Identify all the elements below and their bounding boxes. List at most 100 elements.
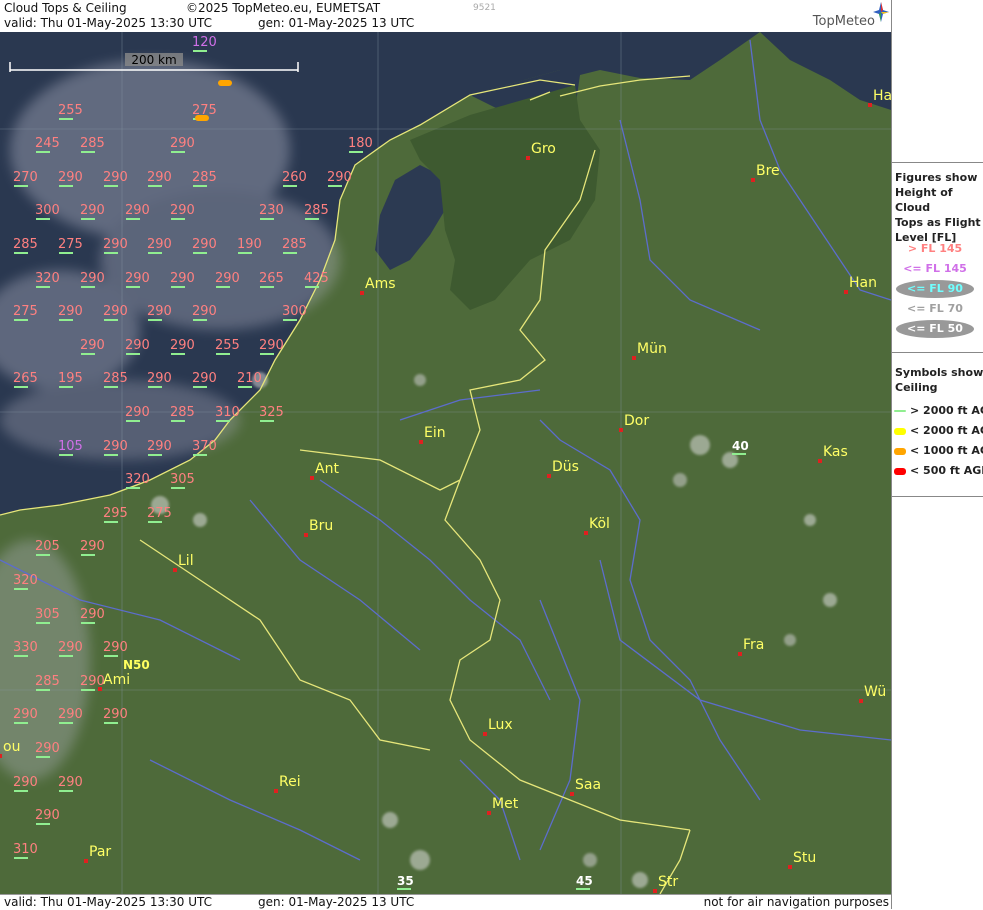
- city-label: Dor: [624, 413, 649, 429]
- city-marker: [788, 865, 792, 869]
- cloud-top-value: 290: [259, 338, 284, 353]
- cloud-top-value: 40: [732, 439, 749, 453]
- city-marker: [274, 789, 278, 793]
- city-label: Saa: [575, 777, 601, 793]
- cloud-top-value: 290: [58, 775, 83, 790]
- city-marker: [619, 428, 623, 432]
- cloud-top-value: 425: [304, 271, 329, 286]
- city-marker: [653, 889, 657, 893]
- cloud-top-value: 290: [215, 271, 240, 286]
- cloud-top-value: 305: [35, 607, 60, 622]
- scale-label: 200 km: [131, 53, 176, 67]
- cloud-top-value: 290: [327, 170, 352, 185]
- city-label: Lil: [178, 553, 194, 569]
- cloud-top-value: 285: [192, 170, 217, 185]
- city-label: Lux: [488, 717, 513, 733]
- cloud-top-value: 275: [58, 237, 83, 252]
- satellite-map[interactable]: 200 km N50 Gro Bre Ha Ams Han Mün Dor Ein Ant Düs…: [0, 32, 891, 894]
- cloud-top-value: 290: [103, 640, 128, 655]
- cloud-top-value: 290: [58, 640, 83, 655]
- legend-symbol-label: < 1000 ft AGL: [910, 444, 983, 457]
- city-marker: [818, 459, 822, 463]
- cloud-top-value: 35: [397, 874, 414, 888]
- city-marker: [868, 103, 872, 107]
- city-label: Gro: [531, 141, 556, 157]
- city-label: Ami: [103, 672, 130, 688]
- cloud-top-value: 290: [103, 170, 128, 185]
- cloud-top-value: 105: [58, 439, 83, 454]
- cloud-top-value: 285: [170, 405, 195, 420]
- legend-heading-figures: Figures show Height of Cloud Tops as Fli…: [895, 171, 981, 244]
- cloud-top-value: 290: [13, 775, 38, 790]
- footer-valid-time: valid: Thu 01-May-2025 13:30 UTC: [4, 895, 213, 909]
- cloud-top-value: 290: [192, 304, 217, 319]
- city-label: Ams: [365, 276, 396, 292]
- cloud-top-value: 370: [192, 439, 217, 454]
- city-label: Ant: [315, 461, 339, 477]
- ceiling-swatch: [894, 427, 906, 435]
- cloud-top-value: 320: [13, 573, 38, 588]
- city-label: Stu: [793, 850, 816, 866]
- cloud-top-value: 300: [35, 203, 60, 218]
- cloud-top-value: 290: [125, 271, 150, 286]
- cloud-top-value: 290: [80, 674, 105, 689]
- cloud-top-value: 290: [103, 707, 128, 722]
- cloud-top-value: 320: [125, 472, 150, 487]
- cloud-top-value: 255: [58, 103, 83, 118]
- city-marker: [84, 859, 88, 863]
- city-marker: [173, 568, 177, 572]
- cloud-top-value: 290: [58, 707, 83, 722]
- ceiling-symbol: [195, 115, 209, 121]
- legend-fl-item: <= FL 50: [896, 320, 974, 338]
- footer-bar: valid: Thu 01-May-2025 13:30 UTC gen: 01…: [0, 894, 891, 910]
- city-marker: [751, 178, 755, 182]
- disclaimer: not for air navigation purposes: [703, 895, 889, 909]
- cloud-top-value: 290: [80, 338, 105, 353]
- cloud-top-value: 195: [58, 371, 83, 386]
- city-marker: [0, 754, 2, 758]
- cloud-top-value: 255: [215, 338, 240, 353]
- legend-symbol-item: < 1000 ft AGL: [894, 444, 983, 458]
- header-bar: Cloud Tops & Ceiling ©2025 TopMeteo.eu, …: [0, 0, 891, 33]
- city-label: Str: [658, 874, 678, 890]
- city-marker: [738, 652, 742, 656]
- city-label: Ein: [424, 425, 446, 441]
- cloud-top-value: 45: [576, 874, 593, 888]
- legend-symbol-item: > 2000 ft AGL: [894, 404, 983, 418]
- cloud-top-value: 290: [147, 237, 172, 252]
- legend-heading-symbols: Symbols show Ceiling: [895, 366, 983, 394]
- footer-gen-time: gen: 01-May-2025 13 UTC: [258, 895, 415, 909]
- cloud-top-value: 290: [170, 271, 195, 286]
- city-marker: [526, 156, 530, 160]
- cloud-top-value: 310: [13, 842, 38, 857]
- cloud-top-value: 285: [103, 371, 128, 386]
- cloud-top-value: 290: [192, 237, 217, 252]
- valid-time: valid: Thu 01-May-2025 13:30 UTC: [4, 16, 213, 30]
- legend-fl-item: <= FL 145: [903, 262, 967, 275]
- cloud-top-value: 290: [103, 304, 128, 319]
- cloud-top-value: 290: [147, 304, 172, 319]
- ceiling-symbol: [218, 80, 232, 86]
- cloud-top-value: 300: [282, 304, 307, 319]
- city-marker: [859, 699, 863, 703]
- cloud-top-value: 285: [35, 674, 60, 689]
- cloud-top-value: 285: [282, 237, 307, 252]
- legend-symbol-label: < 2000 ft AGL: [910, 424, 983, 437]
- city-label: Köl: [589, 516, 610, 532]
- map-svg: 200 km N50 Gro Bre Ha Ams Han Mün Dor Ein Ant Düs…: [0, 32, 891, 894]
- cloud-top-value: 285: [304, 203, 329, 218]
- cloud-top-value: 290: [13, 707, 38, 722]
- cloud-top-value: 290: [35, 808, 60, 823]
- cloud-top-value: 290: [58, 170, 83, 185]
- cloud-top-value: 290: [170, 203, 195, 218]
- ceiling-swatch: [894, 447, 906, 455]
- city-marker: [584, 531, 588, 535]
- cloud-top-value: 290: [103, 439, 128, 454]
- cloud-top-value: 190: [237, 237, 262, 252]
- legend-symbol-item: < 500 ft AGL: [894, 464, 983, 478]
- city-label: Kas: [823, 444, 848, 460]
- cloud-top-value: 265: [13, 371, 38, 386]
- cloud-top-value: 245: [35, 136, 60, 151]
- legend-divider: [892, 352, 983, 353]
- cloud-top-value: 260: [282, 170, 307, 185]
